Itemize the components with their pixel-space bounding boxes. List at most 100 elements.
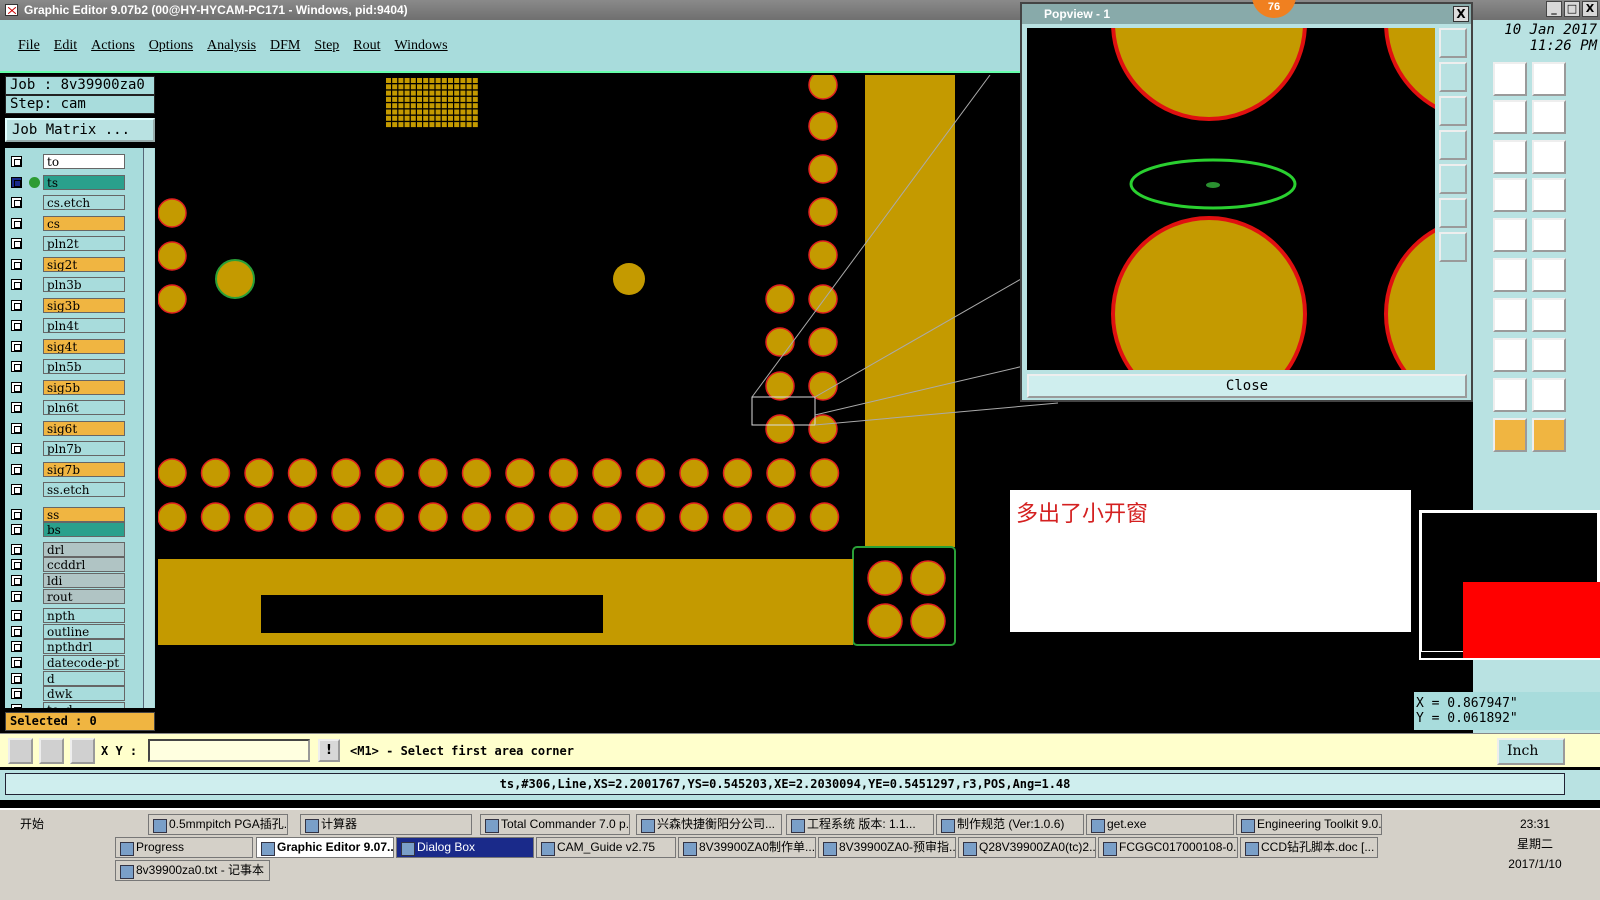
layer-row-sig6t[interactable]: sig6t xyxy=(5,420,155,436)
move-right-icon[interactable] xyxy=(1439,164,1467,194)
triangle-icon[interactable] xyxy=(1493,378,1527,412)
layer-scrollbar[interactable] xyxy=(143,148,154,708)
popview-close-icon[interactable]: X xyxy=(1453,6,1469,22)
mini-map[interactable] xyxy=(1419,510,1600,660)
move-left-icon[interactable] xyxy=(1439,130,1467,160)
layer-checkbox[interactable] xyxy=(11,610,22,622)
center-icon[interactable] xyxy=(1439,232,1467,262)
layer-row-sig7b[interactable]: sig7b xyxy=(5,461,155,477)
taskbar-item[interactable]: 计算器 xyxy=(300,814,472,835)
layer-row-ldi[interactable]: ldi xyxy=(5,572,155,588)
taskbar-item[interactable]: 兴森快捷衡阳分公司... xyxy=(636,814,782,835)
layer-row-cs[interactable]: cs xyxy=(5,215,155,231)
layer-checkbox[interactable] xyxy=(11,672,22,684)
menu-windows[interactable]: Windows xyxy=(395,38,448,54)
taskbar-item[interactable]: 工程系统 版本: 1.1... xyxy=(786,814,934,835)
layer-checkbox[interactable] xyxy=(11,320,22,331)
layer-row-npthdrl[interactable]: npthdrl xyxy=(5,639,155,655)
triangle-icon[interactable] xyxy=(1532,418,1566,452)
zoom-in-icon[interactable] xyxy=(1439,28,1467,58)
triangle-icon[interactable] xyxy=(1493,418,1527,452)
taskbar-item[interactable]: 制作规范 (Ver:1.0.6) xyxy=(936,814,1084,835)
layer-row-pln2t[interactable]: pln2t xyxy=(5,236,155,251)
menu-actions[interactable]: Actions xyxy=(91,38,135,54)
layer-row-cs.etch[interactable]: cs.etch xyxy=(5,195,155,210)
layer-checkbox[interactable] xyxy=(11,299,22,311)
layers-icon[interactable] xyxy=(1532,338,1566,372)
layer-row-drl[interactable]: drl xyxy=(5,541,155,557)
triangle-icon[interactable] xyxy=(1532,378,1566,412)
close-window-button[interactable]: X xyxy=(1582,1,1598,17)
taskbar-item[interactable]: Progress xyxy=(115,837,253,858)
layer-checkbox[interactable] xyxy=(11,625,22,637)
start-button[interactable]: 开始 xyxy=(2,814,54,834)
step-icon[interactable] xyxy=(1532,100,1566,134)
layer-row-to[interactable]: to xyxy=(5,154,155,169)
layer-row-ss.etch[interactable]: ss.etch xyxy=(5,482,155,497)
layer-row-pln6t[interactable]: pln6t xyxy=(5,400,155,415)
warning-button[interactable]: ! xyxy=(318,739,340,762)
taskbar-item[interactable]: CCD钻孔脚本.doc [... xyxy=(1240,837,1378,858)
layer-row-ss[interactable]: ss xyxy=(5,506,155,522)
layer-row-d[interactable]: d xyxy=(5,670,155,686)
target-icon[interactable] xyxy=(1532,218,1566,252)
menu-edit[interactable]: Edit xyxy=(54,38,77,54)
one-to-one-icon[interactable] xyxy=(1493,140,1527,174)
layer-checkbox[interactable] xyxy=(11,703,22,708)
layer-row-pln3b[interactable]: pln3b xyxy=(5,277,155,292)
layer-checkbox[interactable] xyxy=(11,422,22,434)
unit-selector[interactable]: Inch xyxy=(1497,738,1565,765)
job-matrix-button[interactable]: Job Matrix ... xyxy=(5,118,155,142)
menu-rout[interactable]: Rout xyxy=(353,38,380,54)
menu-step[interactable]: Step xyxy=(314,38,339,54)
taskbar-item[interactable]: Dialog Box xyxy=(396,837,534,858)
layer-checkbox[interactable] xyxy=(11,217,22,229)
layer-row-datecode-pt[interactable]: datecode-pt xyxy=(5,654,155,670)
fit-icon[interactable] xyxy=(1439,198,1467,228)
minimize-button[interactable]: _ xyxy=(1546,1,1562,17)
layer-checkbox[interactable] xyxy=(11,156,22,167)
layer-row-pln4t[interactable]: pln4t xyxy=(5,318,155,333)
layer-checkbox[interactable] xyxy=(11,508,22,520)
window-icon[interactable] xyxy=(1532,62,1566,96)
taskbar-item[interactable]: Total Commander 7.0 p... xyxy=(480,814,630,835)
taskbar-item[interactable]: FCGGC017000108-0... xyxy=(1098,837,1238,858)
pin-icon[interactable] xyxy=(1532,178,1566,212)
taskbar-item[interactable]: Graphic Editor 9.07... xyxy=(256,837,394,858)
maximize-button[interactable]: □ xyxy=(1564,1,1580,17)
menu-file[interactable]: File xyxy=(18,38,40,54)
layer-checkbox[interactable] xyxy=(11,279,22,290)
align-icon[interactable] xyxy=(1493,338,1527,372)
layer-row-pln5b[interactable]: pln5b xyxy=(5,359,155,374)
save-view-icon[interactable] xyxy=(1439,96,1467,126)
layer-checkbox[interactable] xyxy=(11,688,22,700)
layer-row-sig2t[interactable]: sig2t xyxy=(5,256,155,272)
menu-analysis[interactable]: Analysis xyxy=(207,38,256,54)
layer-row-dwk[interactable]: dwk xyxy=(5,686,155,702)
menu-options[interactable]: Options xyxy=(149,38,193,54)
layer-checkbox[interactable] xyxy=(11,574,22,586)
layer-checkbox[interactable] xyxy=(11,238,22,249)
layer-row-to_d[interactable]: to_d xyxy=(5,701,155,708)
pin-icon[interactable] xyxy=(1493,178,1527,212)
taskbar-item[interactable]: CAM_Guide v2.75 xyxy=(536,837,676,858)
taskbar-item[interactable]: 8V39900ZA0-预审指... xyxy=(818,837,956,858)
arc-icon[interactable] xyxy=(1493,298,1527,332)
layer-row-outline[interactable]: outline xyxy=(5,623,155,639)
menu-dfm[interactable]: DFM xyxy=(270,38,300,54)
popview-close-button[interactable]: Close xyxy=(1027,374,1467,398)
layer-checkbox[interactable] xyxy=(11,543,22,555)
layer-checkbox[interactable] xyxy=(11,176,22,188)
layer-checkbox[interactable] xyxy=(11,361,22,372)
split-icon[interactable] xyxy=(1493,100,1527,134)
layer-checkbox[interactable] xyxy=(11,656,22,668)
measure-icon[interactable] xyxy=(39,738,64,764)
layer-checkbox[interactable] xyxy=(11,197,22,208)
layer-checkbox[interactable] xyxy=(11,463,22,475)
home-icon[interactable] xyxy=(1493,62,1527,96)
layer-row-sig3b[interactable]: sig3b xyxy=(5,297,155,313)
layer-checkbox[interactable] xyxy=(11,381,22,393)
layer-row-ts[interactable]: ts xyxy=(5,174,155,190)
layer-row-ccddrl[interactable]: ccddrl xyxy=(5,557,155,573)
taskbar-item[interactable]: Q28V39900ZA0(tc)2... xyxy=(958,837,1096,858)
